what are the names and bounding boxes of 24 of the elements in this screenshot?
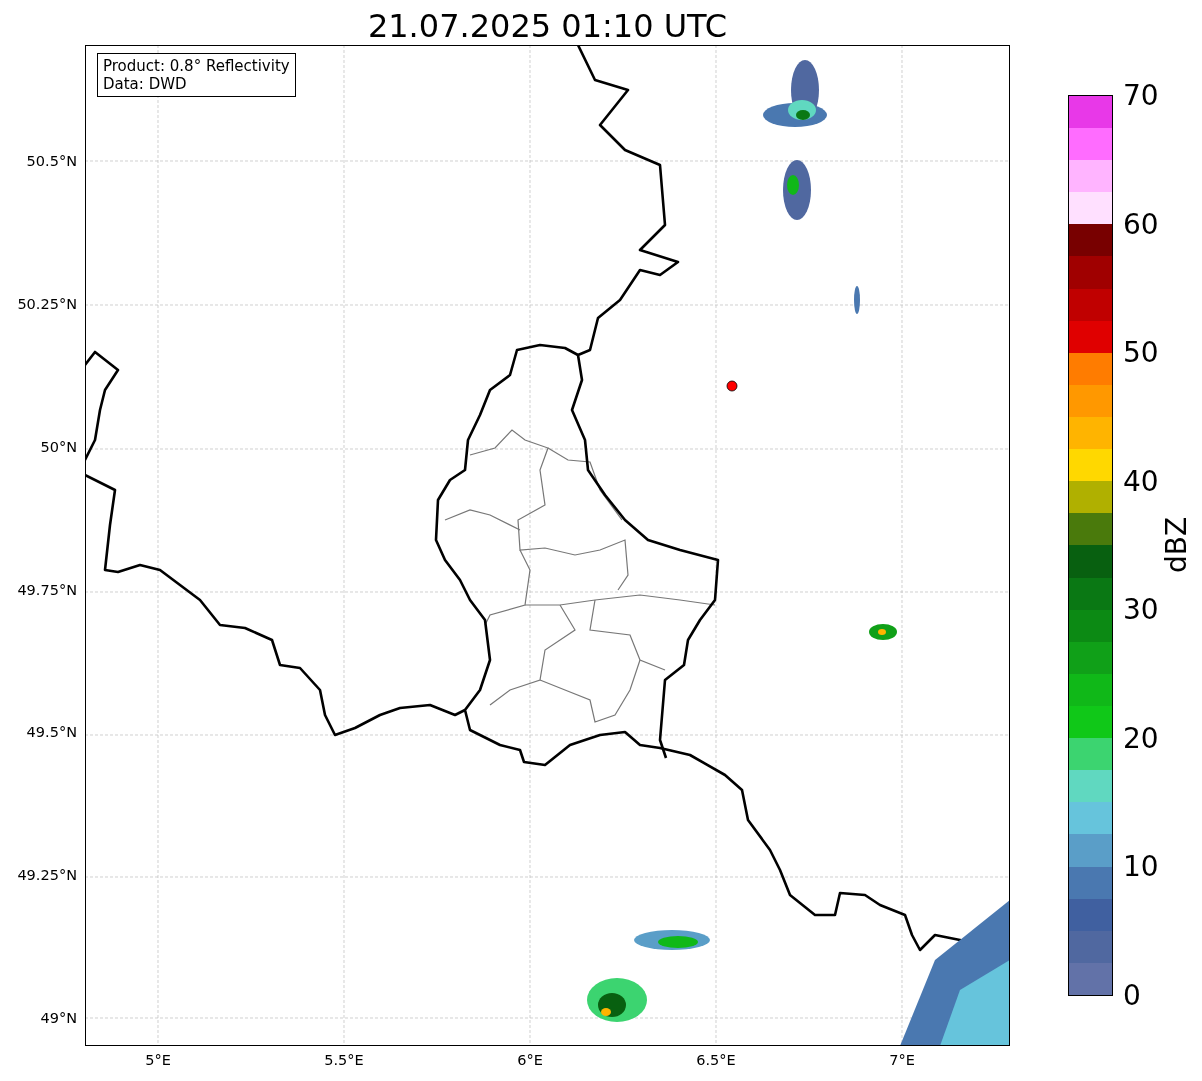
- legend-text: Product: 0.8° Reflectivity: [103, 57, 290, 75]
- scale-value-label: 50: [1123, 335, 1159, 369]
- legend-text: Data: DWD: [103, 75, 188, 93]
- latitude-label: 49.5°N: [26, 724, 77, 741]
- scale-value-label: 60: [1123, 207, 1159, 241]
- longitude-label: 5.5°E: [324, 1052, 364, 1068]
- scale-value-label: 0: [1123, 978, 1141, 1012]
- scale-value-label: 30: [1123, 592, 1159, 626]
- scale-axis-label: dBZ: [1160, 516, 1193, 573]
- longitude-label: 6.5°E: [696, 1052, 736, 1068]
- latitude-label: 49.25°N: [17, 867, 77, 884]
- latitude-label: 50.25°N: [17, 295, 77, 312]
- longitude-label: 6°E: [517, 1052, 543, 1068]
- scale-value-label: 10: [1123, 849, 1159, 883]
- scale-value-label: 40: [1123, 464, 1159, 498]
- latitude-label: 50°N: [40, 438, 77, 455]
- scale-value-label: 70: [1123, 78, 1159, 112]
- scale-value-label: 20: [1123, 721, 1159, 755]
- latitude-label: 50.5°N: [26, 153, 77, 169]
- latitude-label: 49°N: [40, 1010, 77, 1026]
- longitude-label: 7°E: [889, 1052, 915, 1068]
- longitude-label: 5°E: [145, 1052, 171, 1068]
- latitude-label: 49.75°N: [17, 581, 77, 598]
- chart-title: 21.07.2025 01:10 UTC: [366, 6, 729, 45]
